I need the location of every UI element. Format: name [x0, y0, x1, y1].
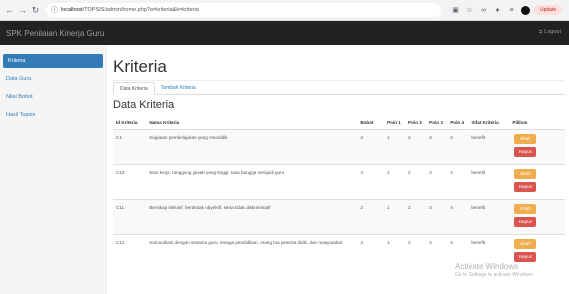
cell-sifat: benefit	[468, 199, 510, 235]
cell-id: C1	[113, 129, 147, 165]
cell-nama: Etos kerja, tanggung jawab yang tinggi, …	[146, 164, 358, 200]
reload-icon[interactable]: ↻	[30, 4, 41, 16]
table-row: C1 Kegiatan pembelajaran yang mendidik 3…	[113, 129, 565, 165]
media-icon[interactable]: ≡	[507, 7, 516, 14]
cell-poin-4: 4	[447, 164, 469, 200]
watermark-title: Activate Windows	[455, 262, 519, 271]
col-poin-3: Poin 3	[426, 116, 448, 130]
activate-windows-watermark: Activate Windows Go to Settings to activ…	[455, 262, 534, 278]
cell-poin-3: 3	[426, 199, 448, 235]
url-path: /TOPSIS/admin/home.php?a=kriteria&k=krit…	[82, 7, 199, 13]
cell-poin-3: 3	[426, 129, 448, 165]
logout-label: Logout	[544, 29, 561, 35]
tab-tambah-kriteria[interactable]: Tambah Kriteria	[155, 82, 202, 94]
hapus-button[interactable]: Hapus	[514, 217, 537, 227]
cell-poin-3: 3	[426, 164, 448, 200]
cell-bobot: 3	[357, 129, 384, 165]
col-poin-4: Poin 4	[447, 116, 469, 130]
cell-bobot: 3	[357, 234, 384, 269]
star-icon[interactable]: ☆	[465, 6, 474, 14]
col-bobot: Bobot	[357, 116, 384, 130]
sidebar-item-kriteria[interactable]: Kriteria	[3, 54, 103, 68]
puzzle-icon[interactable]: ♦	[493, 7, 502, 14]
translate-icon[interactable]: ▣	[451, 6, 460, 14]
cell-poin-1: 1	[383, 164, 406, 200]
cell-pilihan: Ubah Hapus	[509, 199, 565, 235]
cell-id: C10	[113, 164, 147, 200]
cell-bobot: 4	[357, 164, 384, 200]
cell-id: C12	[113, 234, 147, 269]
sidebar-item-nilai-bobot[interactable]: Nilai Bobot	[0, 90, 106, 104]
table-header-row: Id Kriteria Nama Kriteria Bobot Poin 1 P…	[113, 116, 565, 130]
profile-avatar[interactable]	[521, 5, 530, 15]
cell-poin-1: 1	[383, 199, 406, 235]
page-title: Kriteria	[113, 57, 167, 76]
sidebar-item-data-guru[interactable]: Data Guru	[0, 72, 106, 86]
info-icon[interactable]: ⓘ	[51, 5, 58, 15]
divider	[113, 80, 565, 81]
cell-poin-2: 2	[405, 199, 427, 235]
watermark-subtitle: Go to Settings to activate Windows.	[455, 272, 534, 278]
cell-poin-1: 1	[383, 234, 406, 269]
cell-bobot: 2	[357, 199, 384, 235]
back-icon[interactable]: ←	[4, 4, 15, 16]
cell-pilihan: Ubah Hapus	[509, 164, 565, 200]
col-sifat-kriteria: Sifat Kriteria	[468, 116, 510, 130]
hapus-button[interactable]: Hapus	[514, 252, 537, 262]
forward-icon[interactable]: →	[17, 4, 28, 16]
col-pilihan: Pilihan	[509, 116, 565, 130]
sidebar-item-hasil-topsis[interactable]: Hasil Topsis	[0, 108, 106, 122]
cell-id: C11	[113, 199, 147, 235]
table-row: C10 Etos kerja, tanggung jawab yang ting…	[113, 164, 565, 200]
hapus-button[interactable]: Hapus	[514, 147, 537, 157]
tab-bar: Data Kriteria Tambah Kriteria	[113, 82, 565, 95]
main-content: Kriteria Data Kriteria Tambah Kriteria D…	[107, 45, 569, 294]
cell-sifat: benefit	[468, 164, 510, 200]
navbar-brand[interactable]: SPK Penilaian Kinerja Guru	[6, 29, 104, 38]
kriteria-table: Id Kriteria Nama Kriteria Bobot Poin 1 P…	[113, 116, 565, 269]
cell-poin-2: 2	[405, 234, 427, 269]
col-poin-1: Poin 1	[383, 116, 406, 130]
ubah-button[interactable]: Ubah	[514, 239, 537, 249]
cell-poin-1: 1	[383, 129, 406, 165]
col-nama-kriteria: Nama Kriteria	[146, 116, 358, 130]
cell-nama: Kegiatan pembelajaran yang mendidik	[146, 129, 358, 165]
top-navbar: SPK Penilaian Kinerja Guru ➲ Logout	[0, 21, 569, 45]
cell-sifat: benefit	[468, 129, 510, 165]
url-host: localhost	[61, 7, 83, 13]
browser-toolbar: ← → ↻ ⓘ localhost/TOPSIS/admin/home.php?…	[0, 0, 569, 21]
cell-pilihan: Ubah Hapus	[509, 129, 565, 165]
tab-data-kriteria[interactable]: Data Kriteria	[113, 82, 155, 95]
logout-link[interactable]: ➲ Logout	[538, 29, 561, 35]
cell-poin-4: 4	[447, 199, 469, 235]
address-bar[interactable]: ⓘ localhost/TOPSIS/admin/home.php?a=krit…	[46, 3, 441, 17]
table-row: C11 Bersikap inklusif, bertindak obyekti…	[113, 199, 565, 235]
ubah-button[interactable]: Ubah	[514, 204, 537, 214]
cell-nama: Bersikap inklusif, bertindak obyektif, s…	[146, 199, 358, 235]
sidebar: Kriteria Data Guru Nilai Bobot Hasil Top…	[0, 45, 107, 294]
cell-poin-2: 2	[405, 129, 427, 165]
extension-icon[interactable]: ∞	[479, 7, 488, 14]
update-button[interactable]: Update	[534, 5, 563, 15]
hapus-button[interactable]: Hapus	[514, 182, 537, 192]
cell-poin-4: 4	[447, 129, 469, 165]
cell-poin-3: 3	[426, 234, 448, 269]
cell-poin-2: 2	[405, 164, 427, 200]
ubah-button[interactable]: Ubah	[514, 169, 537, 179]
col-poin-2: Poin 2	[405, 116, 427, 130]
cell-nama: Komunikasi dengan sesama guru, tenaga pe…	[146, 234, 358, 269]
ubah-button[interactable]: Ubah	[514, 134, 537, 144]
col-id-kriteria: Id Kriteria	[113, 116, 147, 130]
section-title: Data Kriteria	[113, 99, 175, 111]
